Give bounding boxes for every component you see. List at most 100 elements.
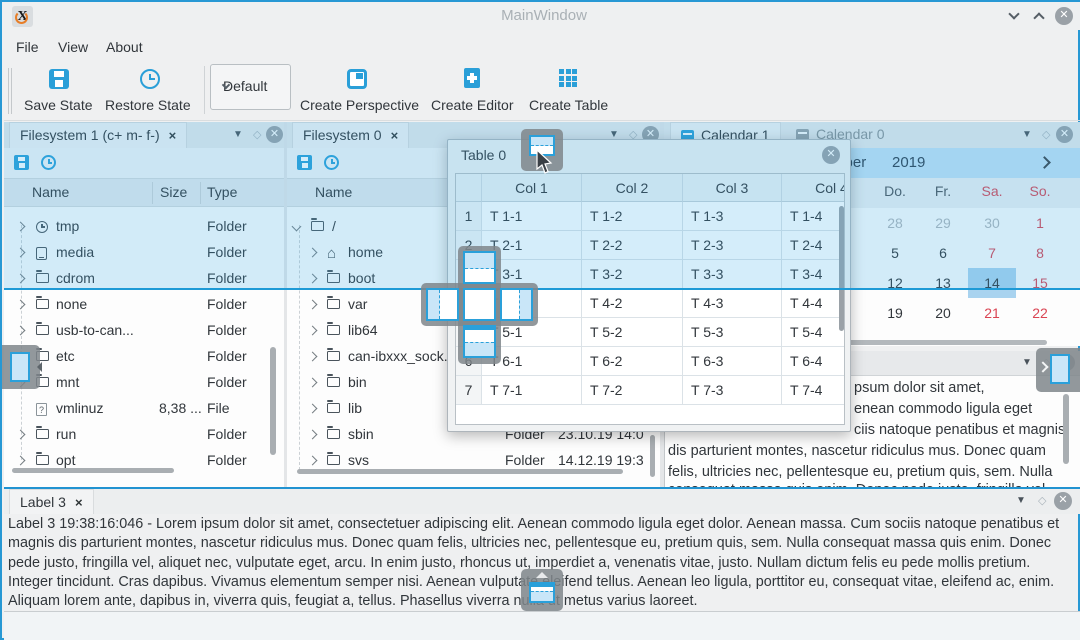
calendar-day[interactable]: 30 — [968, 208, 1016, 238]
tab-filesystem1[interactable]: Filesystem 1 (c+ m- f-)× — [9, 122, 187, 148]
table-column-header[interactable]: Col 1 — [482, 174, 582, 202]
table-cell[interactable]: T 2-2 — [582, 231, 683, 260]
table-cell[interactable]: T 2-3 — [683, 231, 782, 260]
save-state-icon[interactable] — [49, 69, 69, 89]
table-cell[interactable]: T 3-3 — [683, 260, 782, 289]
next-month-icon[interactable] — [1038, 156, 1051, 169]
column-header-type[interactable]: Type — [207, 184, 237, 200]
expander-icon[interactable] — [16, 326, 26, 336]
vertical-scrollbar[interactable] — [839, 206, 844, 331]
table-cell[interactable]: T 1-1 — [482, 202, 582, 231]
table-cell[interactable]: T 6-2 — [582, 347, 683, 376]
tab-close-icon[interactable]: × — [75, 495, 83, 510]
expander-icon[interactable] — [16, 274, 26, 284]
calendar-day[interactable]: 14 — [968, 268, 1016, 298]
expander-icon[interactable] — [308, 404, 318, 414]
expander-icon[interactable] — [308, 248, 318, 258]
dock-float-icon[interactable]: ◇ — [1038, 494, 1046, 507]
calendar-day[interactable]: 22 — [1016, 298, 1064, 328]
table-cell[interactable]: T 7-1 — [482, 376, 582, 405]
table-cell[interactable]: T 5-2 — [582, 318, 683, 347]
create-table-button[interactable]: Create Table — [529, 97, 608, 113]
create-editor-button[interactable]: Create Editor — [431, 97, 513, 113]
expander-icon[interactable] — [308, 274, 318, 284]
tab-close-icon[interactable]: × — [391, 128, 399, 143]
window-titlebar[interactable]: X MainWindow ✕ — [4, 2, 1080, 30]
column-header-name[interactable]: Name — [315, 184, 352, 200]
calendar-day[interactable]: 20 — [919, 298, 967, 328]
restore-state-icon[interactable] — [140, 69, 160, 89]
table-cell[interactable]: T 5-4 — [782, 318, 845, 347]
table-cell[interactable]: T 1-4 — [782, 202, 845, 231]
table-row[interactable]: noneFolder — [4, 292, 284, 318]
menu-view[interactable]: View — [58, 39, 88, 55]
calendar-day[interactable]: 15 — [1016, 268, 1064, 298]
table-column-header[interactable]: Col 2 — [582, 174, 683, 202]
save-icon[interactable] — [297, 155, 312, 170]
tab-close-icon[interactable]: × — [169, 128, 177, 143]
expander-icon[interactable] — [308, 430, 318, 440]
table-cell[interactable]: T 5-3 — [683, 318, 782, 347]
table-column-header[interactable]: Col 3 — [683, 174, 782, 202]
calendar-day[interactable]: 8 — [1016, 238, 1064, 268]
table-row[interactable]: etcFolder — [4, 344, 284, 370]
restore-state-button[interactable]: Restore State — [105, 97, 191, 113]
table-cell[interactable]: T 1-3 — [683, 202, 782, 231]
calendar-day[interactable]: 5 — [871, 238, 919, 268]
expander-icon[interactable] — [16, 248, 26, 258]
menu-about[interactable]: About — [106, 39, 143, 55]
close-floating-window-button[interactable]: ✕ — [822, 146, 840, 164]
menu-file[interactable]: File — [16, 39, 39, 55]
table-cell[interactable]: T 4-2 — [582, 289, 683, 318]
table-row[interactable]: cdromFolder — [4, 266, 284, 292]
table-cell[interactable]: T 6-4 — [782, 347, 845, 376]
perspective-combobox[interactable]: Default — [210, 64, 291, 110]
table-cell[interactable]: T 4-4 — [782, 289, 845, 318]
expander-icon[interactable] — [16, 430, 26, 440]
dock-close-icon[interactable]: ✕ — [1056, 126, 1073, 143]
calendar-day[interactable]: 13 — [919, 268, 967, 298]
dock-area-top-icon[interactable] — [463, 251, 496, 284]
table-row[interactable]: mediaFolder — [4, 240, 284, 266]
vertical-scrollbar[interactable] — [270, 347, 276, 455]
table-row[interactable]: tmpFolder — [4, 214, 284, 240]
calendar-day[interactable]: 21 — [968, 298, 1016, 328]
calendar-day[interactable]: 6 — [919, 238, 967, 268]
table-cell[interactable]: T 3-2 — [582, 260, 683, 289]
expander-icon[interactable] — [292, 222, 302, 232]
vertical-scrollbar[interactable] — [650, 435, 655, 477]
table-cell[interactable]: T 7-3 — [683, 376, 782, 405]
table-cell[interactable]: T 1-2 — [582, 202, 683, 231]
dock-float-icon[interactable]: ◇ — [253, 128, 261, 141]
dock-area-right-icon[interactable] — [500, 288, 533, 321]
calendar-year-label[interactable]: 2019 — [892, 154, 925, 171]
table-row[interactable]: ?vmlinuz8,38 ...File — [4, 396, 284, 422]
dock-close-icon[interactable]: ✕ — [1054, 492, 1072, 510]
table-cell[interactable]: T 7-2 — [582, 376, 683, 405]
expander-icon[interactable] — [308, 352, 318, 362]
row-number[interactable]: 7 — [456, 376, 482, 405]
horizontal-scrollbar[interactable] — [297, 469, 623, 474]
filesystem1-header[interactable]: Name Size Type — [4, 178, 284, 207]
toolbar-handle[interactable] — [8, 68, 12, 114]
calendar-day[interactable]: 12 — [871, 268, 919, 298]
table-row[interactable]: runFolder — [4, 422, 284, 448]
table-column-header[interactable]: Col 4 — [782, 174, 845, 202]
tab-label3[interactable]: Label 3× — [9, 489, 94, 514]
dock-area-bottom-icon[interactable] — [463, 325, 496, 358]
table-cell[interactable]: T 4-3 — [683, 289, 782, 318]
expander-icon[interactable] — [16, 300, 26, 310]
dock-menu-icon[interactable]: ▼ — [1022, 357, 1032, 368]
dock-area-left-icon[interactable] — [426, 288, 459, 321]
dock-menu-icon[interactable]: ▼ — [233, 129, 243, 140]
table-cell[interactable]: T 3-4 — [782, 260, 845, 289]
row-number[interactable]: 1 — [456, 202, 482, 231]
expander-icon[interactable] — [308, 378, 318, 388]
dock-float-icon[interactable]: ◇ — [1042, 128, 1050, 141]
column-header-size[interactable]: Size — [160, 184, 187, 200]
create-table-icon[interactable] — [559, 69, 579, 89]
expander-icon[interactable] — [308, 300, 318, 310]
expander-icon[interactable] — [16, 456, 26, 466]
tab-filesystem0[interactable]: Filesystem 0× — [292, 122, 409, 148]
floating-window-titlebar[interactable]: Table 0 ✕ — [448, 140, 850, 170]
